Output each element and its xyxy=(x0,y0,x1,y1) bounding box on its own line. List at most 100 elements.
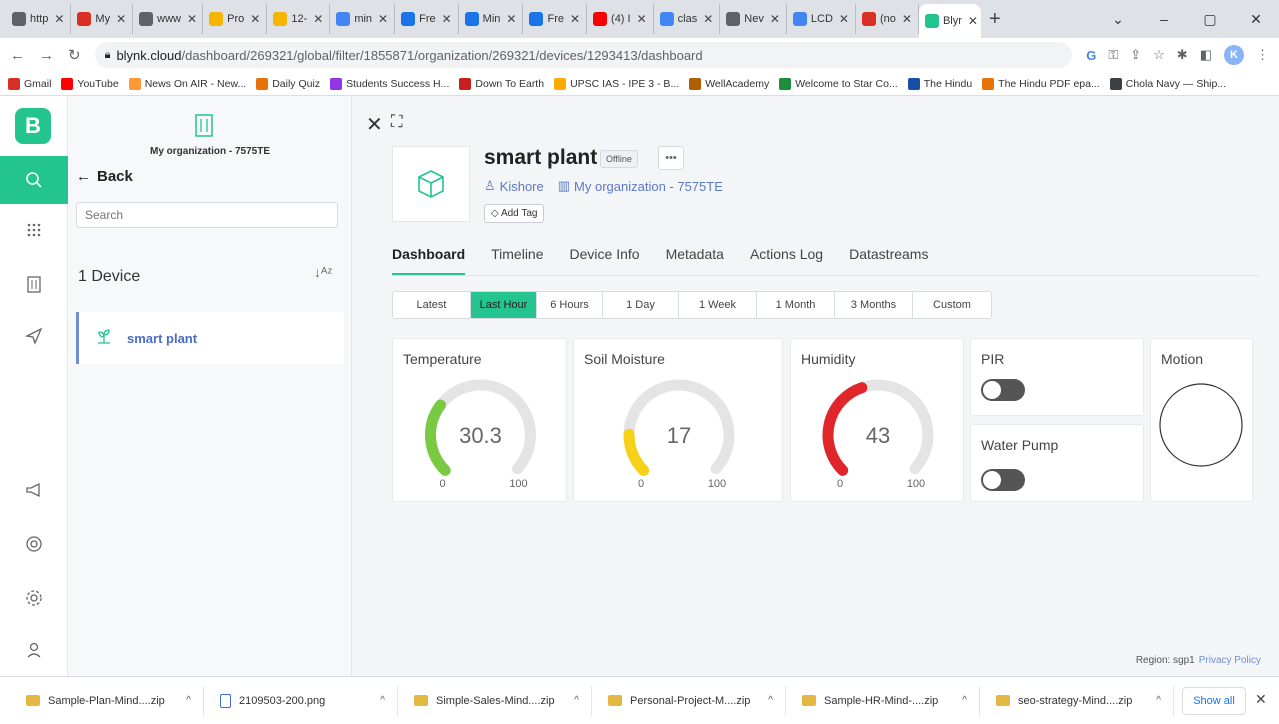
download-item[interactable]: 2109503-200.png ^ xyxy=(204,685,398,716)
download-item[interactable]: Simple-Sales-Mind....zip ^ xyxy=(398,685,592,716)
close-tab-icon[interactable]: ✕ xyxy=(570,12,580,26)
share-icon[interactable]: ⇪ xyxy=(1130,47,1141,63)
close-tab-icon[interactable]: ✕ xyxy=(54,12,64,26)
tab-device-info[interactable]: Device Info xyxy=(570,246,640,275)
browser-tab[interactable]: http ✕ xyxy=(6,4,72,34)
browser-tab[interactable]: clas ✕ xyxy=(654,4,721,34)
show-all-button[interactable]: Show all xyxy=(1182,687,1246,715)
bookmark-item[interactable]: The Hindu PDF epa... xyxy=(982,77,1100,90)
close-tab-icon[interactable]: ✕ xyxy=(839,12,849,26)
apps-grid-icon[interactable] xyxy=(0,206,68,254)
expand-icon[interactable]: ⛶ xyxy=(391,112,403,137)
range-3-months[interactable]: 3 Months xyxy=(835,292,913,318)
url-field[interactable]: 🔒︎ blynk.cloud/dashboard/269321/global/f… xyxy=(94,42,1073,68)
range-last-hour[interactable]: Last Hour xyxy=(471,292,537,318)
side-panel-icon[interactable]: ◧ xyxy=(1200,47,1212,63)
key-icon[interactable]: ⚿ xyxy=(1108,47,1118,63)
water-pump-toggle[interactable] xyxy=(981,469,1025,491)
close-tab-icon[interactable]: ✕ xyxy=(506,12,516,26)
pir-toggle[interactable] xyxy=(981,379,1025,401)
settings-gear-icon[interactable] xyxy=(0,574,68,622)
minimize-button[interactable]: – xyxy=(1141,11,1187,27)
close-tab-icon[interactable]: ✕ xyxy=(703,12,713,26)
menu-icon[interactable]: ⋮ xyxy=(1256,47,1269,63)
bookmark-item[interactable]: News On AIR - New... xyxy=(128,77,246,90)
org-link[interactable]: ▥ My organization - 7575TE xyxy=(558,178,723,194)
new-tab-button[interactable]: + xyxy=(989,8,1001,31)
bookmark-item[interactable]: Down To Earth xyxy=(459,77,544,90)
close-tab-icon[interactable]: ✕ xyxy=(187,12,197,26)
extensions-icon[interactable]: ✱ xyxy=(1177,47,1188,63)
chevron-up-icon[interactable]: ^ xyxy=(574,695,579,706)
tab-actions-log[interactable]: Actions Log xyxy=(750,246,823,275)
bookmark-item[interactable]: YouTube xyxy=(61,77,119,90)
close-window-button[interactable]: ✕ xyxy=(1233,11,1279,28)
browser-tab[interactable]: 12- ✕ xyxy=(267,4,331,34)
range-1-month[interactable]: 1 Month xyxy=(757,292,835,318)
browser-tab[interactable]: Min ✕ xyxy=(459,4,524,34)
back-link[interactable]: ← Back xyxy=(76,168,133,185)
more-options-button[interactable]: ••• xyxy=(658,146,684,170)
chevron-up-icon[interactable]: ^ xyxy=(768,695,773,706)
close-tab-icon[interactable]: ✕ xyxy=(116,12,126,26)
forward-arrow-icon[interactable]: → xyxy=(39,47,54,64)
bookmark-item[interactable]: Welcome to Star Co... xyxy=(779,77,898,90)
close-tab-icon[interactable]: ✕ xyxy=(378,12,388,26)
profile-avatar[interactable]: K xyxy=(1224,45,1244,65)
device-search-input[interactable] xyxy=(76,202,338,228)
browser-tab[interactable]: (4) I ✕ xyxy=(587,4,654,34)
browser-tab[interactable]: min ✕ xyxy=(330,4,396,34)
browser-tab[interactable]: Fre ✕ xyxy=(395,4,459,34)
user-profile-icon[interactable] xyxy=(0,626,68,674)
range-custom[interactable]: Custom xyxy=(913,292,991,318)
add-tag-button[interactable]: ◇ Add Tag xyxy=(484,204,545,223)
browser-tab[interactable]: LCD ✕ xyxy=(787,4,856,34)
browser-tab[interactable]: www ✕ xyxy=(133,4,204,34)
privacy-policy-link[interactable]: Privacy Policy xyxy=(1199,655,1261,666)
bookmark-item[interactable]: The Hindu xyxy=(907,77,972,90)
owner-link[interactable]: ♙ Kishore xyxy=(484,178,544,194)
close-tab-icon[interactable]: ✕ xyxy=(902,12,912,26)
help-lifebuoy-icon[interactable] xyxy=(0,520,68,568)
download-item[interactable]: Personal-Project-M....zip ^ xyxy=(592,685,786,716)
tab-dashboard[interactable]: Dashboard xyxy=(392,246,466,275)
bookmark-item[interactable]: WellAcademy xyxy=(689,77,769,90)
tab-timeline[interactable]: Timeline xyxy=(491,246,543,275)
bookmark-item[interactable]: Gmail xyxy=(8,77,51,90)
browser-tab[interactable]: (no ✕ xyxy=(856,4,919,34)
close-tab-icon[interactable]: ✕ xyxy=(968,14,978,28)
close-icon[interactable]: ✕ xyxy=(366,112,383,137)
browser-tab[interactable]: Fre ✕ xyxy=(523,4,588,34)
download-item[interactable]: seo-strategy-Mind....zip ^ xyxy=(980,685,1174,716)
blynk-logo[interactable]: B xyxy=(15,108,51,144)
close-tab-icon[interactable]: ✕ xyxy=(637,12,647,26)
tab-search-icon[interactable]: ⌄ xyxy=(1095,11,1141,28)
google-lens-icon[interactable]: G xyxy=(1086,48,1096,63)
tab-metadata[interactable]: Metadata xyxy=(666,246,724,275)
organization-icon[interactable] xyxy=(0,260,68,308)
range-1-day[interactable]: 1 Day xyxy=(603,292,679,318)
bookmark-item[interactable]: UPSC IAS - IPE 3 - B... xyxy=(554,77,679,90)
range-1-week[interactable]: 1 Week xyxy=(679,292,757,318)
range-latest[interactable]: Latest xyxy=(393,292,471,318)
star-icon[interactable]: ☆ xyxy=(1153,47,1165,63)
close-tab-icon[interactable]: ✕ xyxy=(313,12,323,26)
search-nav-icon[interactable] xyxy=(0,156,68,204)
close-tab-icon[interactable]: ✕ xyxy=(250,12,260,26)
device-list-item[interactable]: smart plant xyxy=(76,312,344,364)
close-tab-icon[interactable]: ✕ xyxy=(770,12,780,26)
megaphone-icon[interactable] xyxy=(0,466,68,514)
back-arrow-icon[interactable]: ← xyxy=(10,47,25,64)
bookmark-item[interactable]: Chola Navy — Ship... xyxy=(1109,77,1226,90)
browser-tab[interactable]: Blyr ✕ xyxy=(918,4,981,38)
reload-icon[interactable]: ↻ xyxy=(68,46,81,64)
range-6-hours[interactable]: 6 Hours xyxy=(537,292,603,318)
bookmark-item[interactable]: Students Success H... xyxy=(330,77,449,90)
send-icon[interactable] xyxy=(0,312,68,360)
sort-az-icon[interactable]: ↓ᴬᶻ xyxy=(314,264,332,280)
maximize-button[interactable]: ▢ xyxy=(1187,11,1233,28)
chevron-up-icon[interactable]: ^ xyxy=(380,695,385,706)
tab-datastreams[interactable]: Datastreams xyxy=(849,246,928,275)
chevron-up-icon[interactable]: ^ xyxy=(1156,695,1161,706)
browser-tab[interactable]: Pro ✕ xyxy=(203,4,268,34)
